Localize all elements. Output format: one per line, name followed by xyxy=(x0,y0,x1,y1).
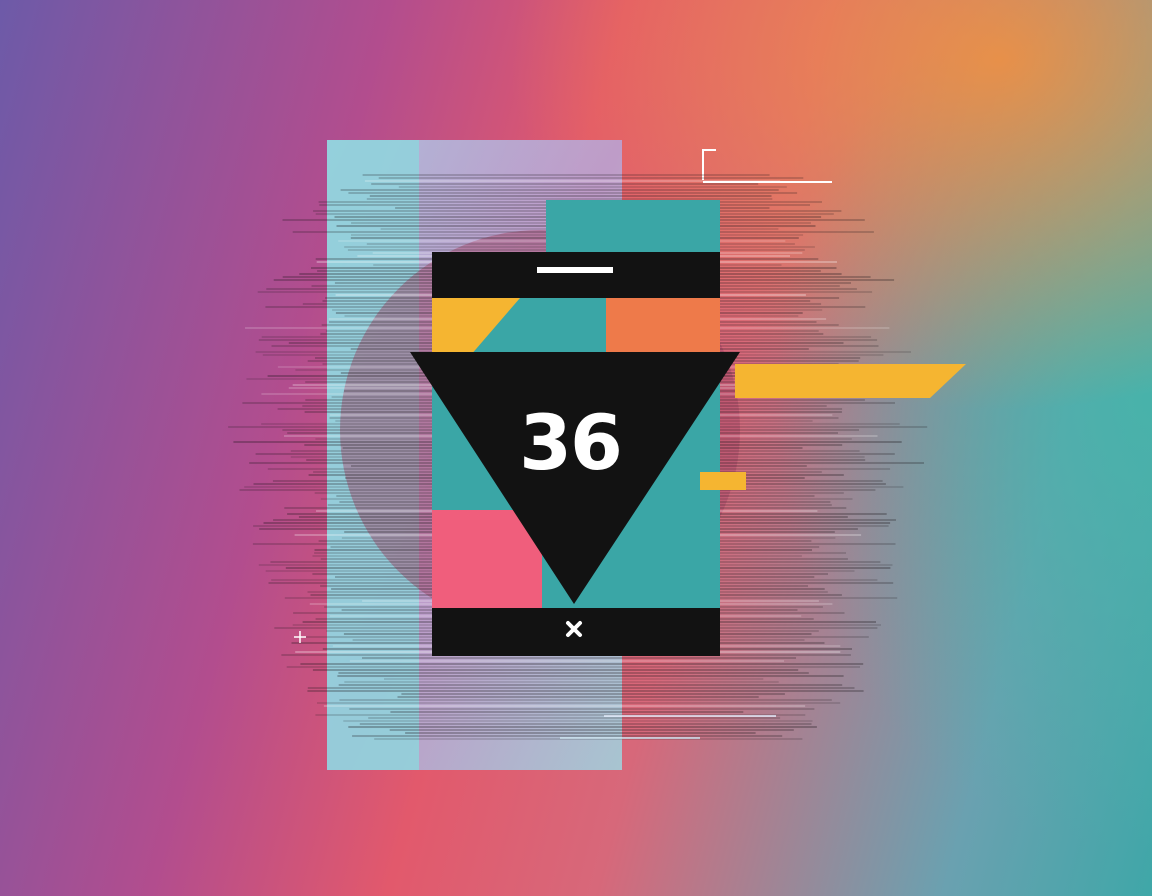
device-speaker xyxy=(537,267,613,273)
teal-block xyxy=(546,200,720,252)
yellow-bar xyxy=(735,364,966,398)
device-coral-tile xyxy=(606,298,720,356)
number-label: 36 xyxy=(519,398,623,487)
corner-bracket xyxy=(702,149,716,180)
device-top-bar xyxy=(432,252,720,298)
sparkle-icon xyxy=(294,631,306,643)
device-yellow-accent xyxy=(700,472,746,490)
